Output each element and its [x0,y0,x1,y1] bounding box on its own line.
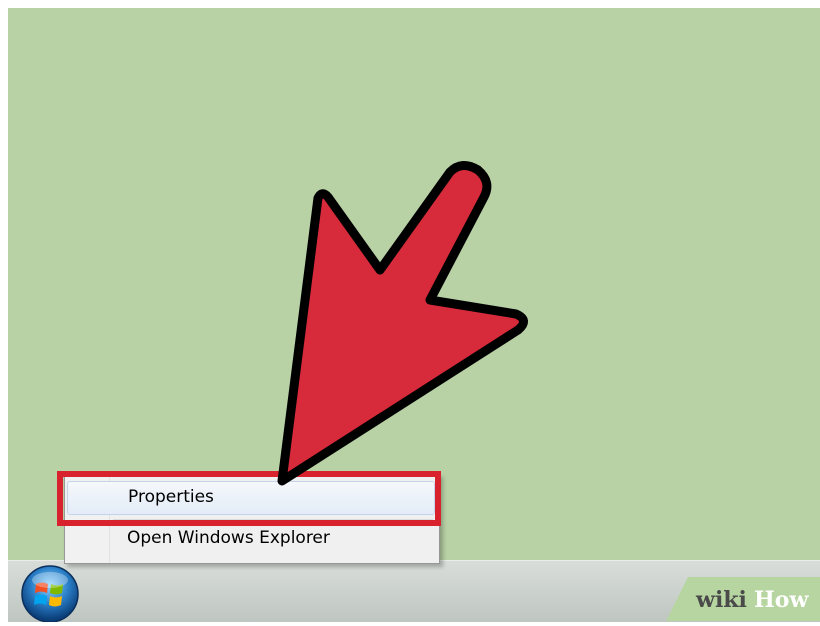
watermark-how: How [754,587,809,613]
menu-item-open-windows-explorer[interactable]: Open Windows Explorer [67,523,435,557]
windows-logo-icon [21,565,79,623]
menu-item-label: Open Windows Explorer [127,528,330,548]
highlight-box [57,471,441,526]
watermark-wiki: wiki [696,587,747,613]
wikihow-watermark: wiki How [666,577,820,621]
start-button[interactable] [18,562,82,623]
